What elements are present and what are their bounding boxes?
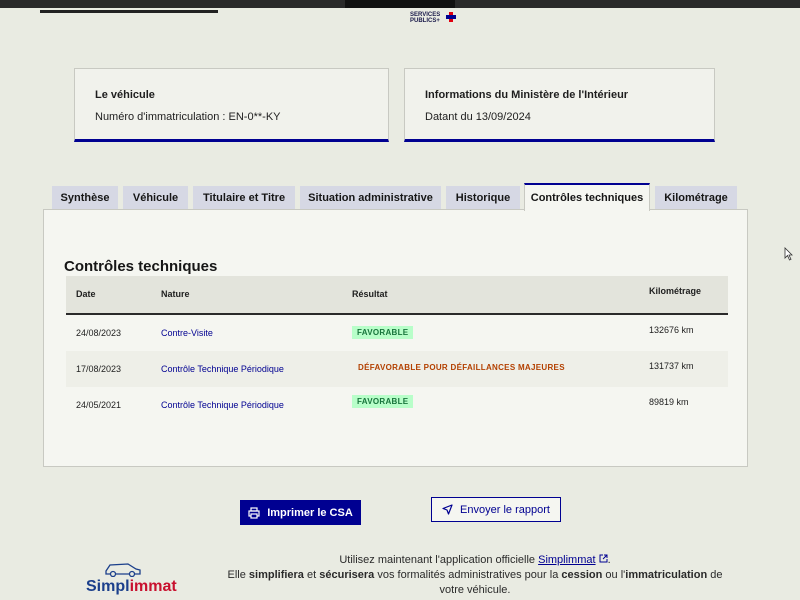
logo-text-line2: PUBLICS+ (410, 18, 440, 24)
ministry-card: Informations du Ministère de l'Intérieur… (404, 68, 715, 142)
row-km: 131737 km (649, 361, 694, 371)
row-nature: Contrôle Technique Périodique (161, 364, 284, 374)
top-divider (40, 10, 218, 13)
simplimmat-logo[interactable]: Simplimmat (86, 557, 196, 600)
vehicle-card: Le véhicule Numéro d'immatriculation : E… (74, 68, 389, 142)
tab-historique[interactable]: Historique (446, 186, 520, 210)
row-km: 89819 km (649, 397, 689, 407)
tab-controles[interactable]: Contrôles techniques (524, 183, 650, 211)
row-date: 24/08/2023 (76, 328, 122, 338)
tab-kilometrage[interactable]: Kilométrage (655, 186, 737, 210)
tab-synthese[interactable]: Synthèse (52, 186, 118, 210)
table-row: 24/08/2023 Contre-Visite FAVORABLE 13267… (66, 315, 728, 351)
row-nature: Contrôle Technique Périodique (161, 400, 284, 410)
send-icon (442, 504, 453, 515)
send-report-label: Envoyer le rapport (460, 503, 550, 516)
services-publics-logo[interactable]: SERVICES PUBLICS+ (410, 12, 456, 24)
status-badge: FAVORABLE (352, 395, 414, 408)
row-date: 24/05/2021 (76, 400, 122, 410)
inspections-table: Date Nature Résultat Kilométrage 24/08/2… (66, 276, 728, 423)
send-report-button[interactable]: Envoyer le rapport (431, 497, 561, 522)
status-badge: FAVORABLE (352, 326, 414, 339)
footer-line-2: Elle simplifiera et sécurisera vos forma… (227, 569, 723, 581)
table-header: Date Nature Résultat Kilométrage (66, 276, 728, 315)
camera-notch (345, 0, 455, 8)
tab-situation[interactable]: Situation administrative (300, 186, 441, 210)
row-date: 17/08/2023 (76, 364, 122, 374)
table-row: 17/08/2023 Contrôle Technique Périodique… (66, 351, 728, 387)
table-row: 24/05/2021 Contrôle Technique Périodique… (66, 387, 728, 423)
ministry-card-title: Informations du Ministère de l'Intérieur (425, 89, 629, 101)
external-link-icon (599, 554, 608, 563)
row-km: 132676 km (649, 325, 694, 335)
tab-panel: Contrôles techniques Date Nature Résulta… (43, 209, 748, 467)
tab-vehicule[interactable]: Véhicule (123, 186, 188, 210)
screen-bezel (0, 0, 800, 8)
column-header-nature[interactable]: Nature (161, 289, 190, 299)
data-date: Datant du 13/09/2024 (425, 111, 531, 123)
printer-icon (248, 506, 260, 519)
print-csa-button[interactable]: Imprimer le CSA (240, 500, 361, 525)
print-csa-label: Imprimer le CSA (267, 506, 353, 519)
vehicle-card-title: Le véhicule (95, 89, 155, 101)
footer-promo: Utilisez maintenant l'application offici… (225, 553, 725, 598)
column-header-km[interactable]: Kilométrage (649, 286, 701, 296)
brand-name: Simplimmat (86, 578, 177, 595)
footer-line-3: votre véhicule. (439, 584, 511, 596)
row-nature: Contre-Visite (161, 328, 213, 338)
simplimmat-link[interactable]: Simplimmat (538, 554, 595, 566)
column-header-date[interactable]: Date (76, 289, 96, 299)
section-title: Contrôles techniques (64, 258, 218, 275)
footer-line-1: Utilisez maintenant l'application offici… (339, 554, 611, 566)
tab-titulaire[interactable]: Titulaire et Titre (193, 186, 295, 210)
mouse-cursor-icon (784, 247, 793, 261)
car-icon (105, 563, 141, 577)
plate-number: Numéro d'immatriculation : EN-0**-KY (95, 111, 281, 123)
plus-icon (446, 12, 456, 22)
status-badge: DÉFAVORABLE POUR DÉFAILLANCES MAJEURES (358, 363, 565, 372)
column-header-result[interactable]: Résultat (352, 289, 388, 299)
